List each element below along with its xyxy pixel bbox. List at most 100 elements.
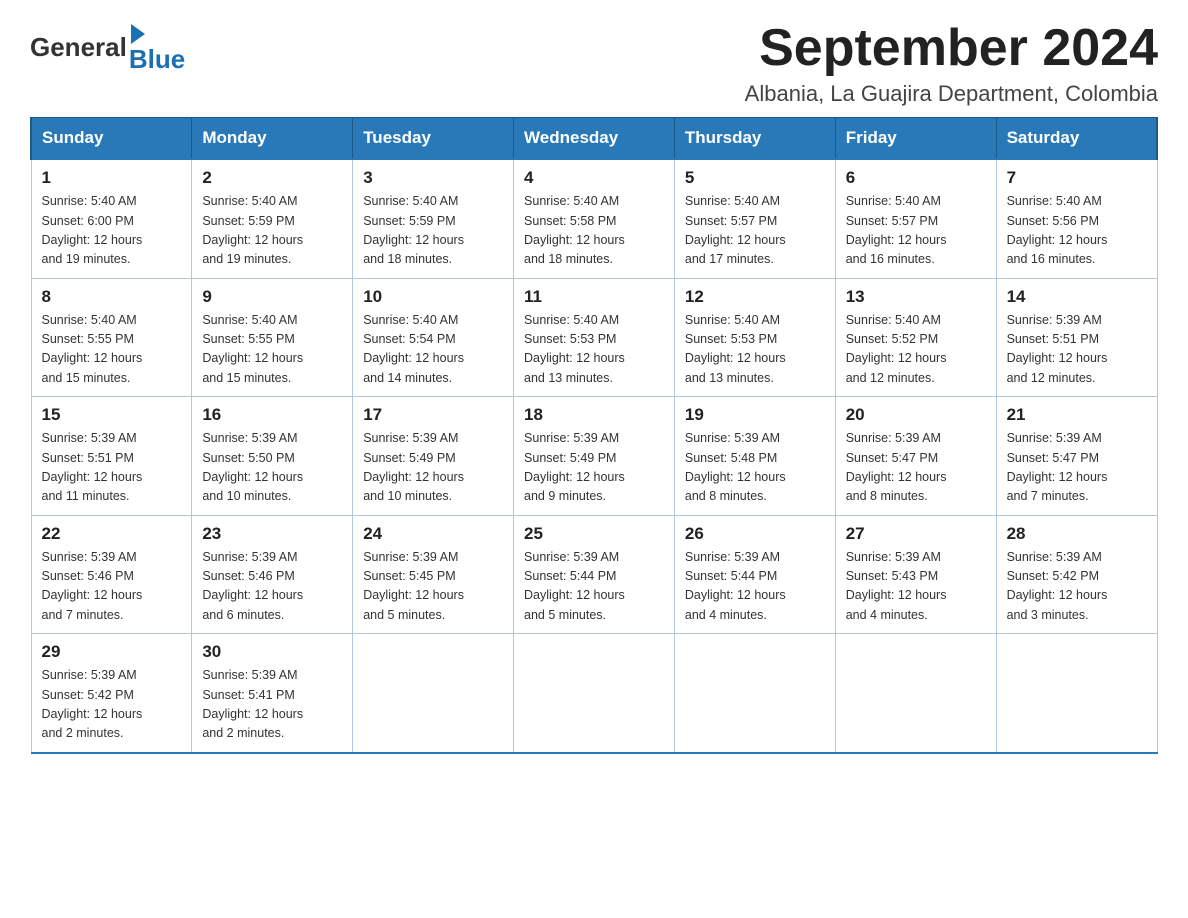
- day-info: Sunrise: 5:39 AMSunset: 5:44 PMDaylight:…: [685, 548, 825, 626]
- calendar-cell: 26 Sunrise: 5:39 AMSunset: 5:44 PMDayligh…: [674, 515, 835, 634]
- calendar-cell: 11 Sunrise: 5:40 AMSunset: 5:53 PMDayligh…: [514, 278, 675, 397]
- calendar-cell: 22Sunrise: 5:39 AMSunset: 5:46 PMDayligh…: [31, 515, 192, 634]
- calendar-header-monday: Monday: [192, 118, 353, 160]
- day-info: Sunrise: 5:39 AMSunset: 5:49 PMDaylight:…: [363, 429, 503, 507]
- calendar-header-saturday: Saturday: [996, 118, 1157, 160]
- calendar-cell: 6 Sunrise: 5:40 AMSunset: 5:57 PMDaylight…: [835, 159, 996, 278]
- day-number: 13: [846, 287, 986, 307]
- day-number: 29: [42, 642, 182, 662]
- day-number: 2: [202, 168, 342, 188]
- day-info: Sunrise: 5:39 AMSunset: 5:42 PMDaylight:…: [42, 666, 182, 744]
- calendar-header-tuesday: Tuesday: [353, 118, 514, 160]
- day-info: Sunrise: 5:40 AMSunset: 5:59 PMDaylight:…: [363, 192, 503, 270]
- day-number: 10: [363, 287, 503, 307]
- day-info: Sunrise: 5:40 AMSunset: 6:00 PMDaylight:…: [42, 192, 182, 270]
- calendar-cell: 12Sunrise: 5:40 AMSunset: 5:53 PMDayligh…: [674, 278, 835, 397]
- day-number: 20: [846, 405, 986, 425]
- calendar-cell: 13 Sunrise: 5:40 AMSunset: 5:52 PMDayligh…: [835, 278, 996, 397]
- calendar-week-row: 1Sunrise: 5:40 AMSunset: 6:00 PMDaylight…: [31, 159, 1157, 278]
- page-header: General Blue September 2024 Albania, La …: [30, 20, 1158, 107]
- logo: General Blue: [30, 20, 185, 75]
- calendar-cell: 18 Sunrise: 5:39 AMSunset: 5:49 PMDayligh…: [514, 397, 675, 516]
- day-number: 6: [846, 168, 986, 188]
- calendar-cell: 30Sunrise: 5:39 AMSunset: 5:41 PMDayligh…: [192, 634, 353, 753]
- day-info: Sunrise: 5:40 AMSunset: 5:53 PMDaylight:…: [685, 311, 825, 389]
- day-number: 30: [202, 642, 342, 662]
- day-number: 18: [524, 405, 664, 425]
- calendar-cell: 21Sunrise: 5:39 AMSunset: 5:47 PMDayligh…: [996, 397, 1157, 516]
- day-number: 16: [202, 405, 342, 425]
- calendar-header-row: SundayMondayTuesdayWednesdayThursdayFrid…: [31, 118, 1157, 160]
- calendar-table: SundayMondayTuesdayWednesdayThursdayFrid…: [30, 117, 1158, 754]
- day-info: Sunrise: 5:39 AMSunset: 5:45 PMDaylight:…: [363, 548, 503, 626]
- logo-general: General: [30, 32, 127, 63]
- day-info: Sunrise: 5:40 AMSunset: 5:53 PMDaylight:…: [524, 311, 664, 389]
- calendar-cell: 5 Sunrise: 5:40 AMSunset: 5:57 PMDaylight…: [674, 159, 835, 278]
- calendar-cell: 23 Sunrise: 5:39 AMSunset: 5:46 PMDayligh…: [192, 515, 353, 634]
- day-info: Sunrise: 5:39 AMSunset: 5:42 PMDaylight:…: [1007, 548, 1147, 626]
- day-number: 17: [363, 405, 503, 425]
- day-number: 27: [846, 524, 986, 544]
- calendar-cell: 17 Sunrise: 5:39 AMSunset: 5:49 PMDayligh…: [353, 397, 514, 516]
- day-number: 4: [524, 168, 664, 188]
- day-info: Sunrise: 5:40 AMSunset: 5:58 PMDaylight:…: [524, 192, 664, 270]
- calendar-cell: [353, 634, 514, 753]
- day-info: Sunrise: 5:39 AMSunset: 5:43 PMDaylight:…: [846, 548, 986, 626]
- calendar-cell: [674, 634, 835, 753]
- logo-triangle-icon: [131, 24, 145, 44]
- calendar-cell: 3 Sunrise: 5:40 AMSunset: 5:59 PMDaylight…: [353, 159, 514, 278]
- day-info: Sunrise: 5:40 AMSunset: 5:59 PMDaylight:…: [202, 192, 342, 270]
- day-info: Sunrise: 5:40 AMSunset: 5:54 PMDaylight:…: [363, 311, 503, 389]
- day-info: Sunrise: 5:39 AMSunset: 5:49 PMDaylight:…: [524, 429, 664, 507]
- calendar-header-thursday: Thursday: [674, 118, 835, 160]
- day-info: Sunrise: 5:40 AMSunset: 5:55 PMDaylight:…: [42, 311, 182, 389]
- calendar-cell: 4 Sunrise: 5:40 AMSunset: 5:58 PMDaylight…: [514, 159, 675, 278]
- calendar-cell: 10 Sunrise: 5:40 AMSunset: 5:54 PMDayligh…: [353, 278, 514, 397]
- calendar-cell: 15 Sunrise: 5:39 AMSunset: 5:51 PMDayligh…: [31, 397, 192, 516]
- day-number: 5: [685, 168, 825, 188]
- day-number: 24: [363, 524, 503, 544]
- day-info: Sunrise: 5:40 AMSunset: 5:56 PMDaylight:…: [1007, 192, 1147, 270]
- calendar-cell: 2 Sunrise: 5:40 AMSunset: 5:59 PMDaylight…: [192, 159, 353, 278]
- day-info: Sunrise: 5:40 AMSunset: 5:52 PMDaylight:…: [846, 311, 986, 389]
- calendar-week-row: 15 Sunrise: 5:39 AMSunset: 5:51 PMDayligh…: [31, 397, 1157, 516]
- day-info: Sunrise: 5:39 AMSunset: 5:46 PMDaylight:…: [202, 548, 342, 626]
- day-number: 23: [202, 524, 342, 544]
- calendar-cell: 14 Sunrise: 5:39 AMSunset: 5:51 PMDayligh…: [996, 278, 1157, 397]
- calendar-week-row: 8 Sunrise: 5:40 AMSunset: 5:55 PMDaylight…: [31, 278, 1157, 397]
- day-number: 15: [42, 405, 182, 425]
- day-number: 26: [685, 524, 825, 544]
- calendar-cell: 7 Sunrise: 5:40 AMSunset: 5:56 PMDaylight…: [996, 159, 1157, 278]
- day-info: Sunrise: 5:39 AMSunset: 5:51 PMDaylight:…: [42, 429, 182, 507]
- calendar-cell: 24 Sunrise: 5:39 AMSunset: 5:45 PMDayligh…: [353, 515, 514, 634]
- calendar-cell: 8 Sunrise: 5:40 AMSunset: 5:55 PMDaylight…: [31, 278, 192, 397]
- calendar-cell: 27 Sunrise: 5:39 AMSunset: 5:43 PMDayligh…: [835, 515, 996, 634]
- day-info: Sunrise: 5:40 AMSunset: 5:57 PMDaylight:…: [846, 192, 986, 270]
- day-info: Sunrise: 5:40 AMSunset: 5:55 PMDaylight:…: [202, 311, 342, 389]
- day-number: 25: [524, 524, 664, 544]
- title-block: September 2024 Albania, La Guajira Depar…: [745, 20, 1158, 107]
- day-number: 8: [42, 287, 182, 307]
- day-info: Sunrise: 5:39 AMSunset: 5:44 PMDaylight:…: [524, 548, 664, 626]
- day-info: Sunrise: 5:39 AMSunset: 5:51 PMDaylight:…: [1007, 311, 1147, 389]
- calendar-header-wednesday: Wednesday: [514, 118, 675, 160]
- day-number: 3: [363, 168, 503, 188]
- day-number: 14: [1007, 287, 1147, 307]
- calendar-week-row: 29 Sunrise: 5:39 AMSunset: 5:42 PMDayligh…: [31, 634, 1157, 753]
- day-number: 11: [524, 287, 664, 307]
- day-number: 7: [1007, 168, 1147, 188]
- day-info: Sunrise: 5:39 AMSunset: 5:48 PMDaylight:…: [685, 429, 825, 507]
- calendar-cell: 1Sunrise: 5:40 AMSunset: 6:00 PMDaylight…: [31, 159, 192, 278]
- day-info: Sunrise: 5:40 AMSunset: 5:57 PMDaylight:…: [685, 192, 825, 270]
- calendar-cell: 19Sunrise: 5:39 AMSunset: 5:48 PMDayligh…: [674, 397, 835, 516]
- logo-blue: Blue: [129, 44, 185, 75]
- calendar-cell: 9Sunrise: 5:40 AMSunset: 5:55 PMDaylight…: [192, 278, 353, 397]
- calendar-cell: 25 Sunrise: 5:39 AMSunset: 5:44 PMDayligh…: [514, 515, 675, 634]
- calendar-cell: 16Sunrise: 5:39 AMSunset: 5:50 PMDayligh…: [192, 397, 353, 516]
- day-number: 21: [1007, 405, 1147, 425]
- calendar-title: September 2024: [745, 20, 1158, 77]
- calendar-cell: 29 Sunrise: 5:39 AMSunset: 5:42 PMDayligh…: [31, 634, 192, 753]
- calendar-cell: [996, 634, 1157, 753]
- calendar-cell: [835, 634, 996, 753]
- day-number: 28: [1007, 524, 1147, 544]
